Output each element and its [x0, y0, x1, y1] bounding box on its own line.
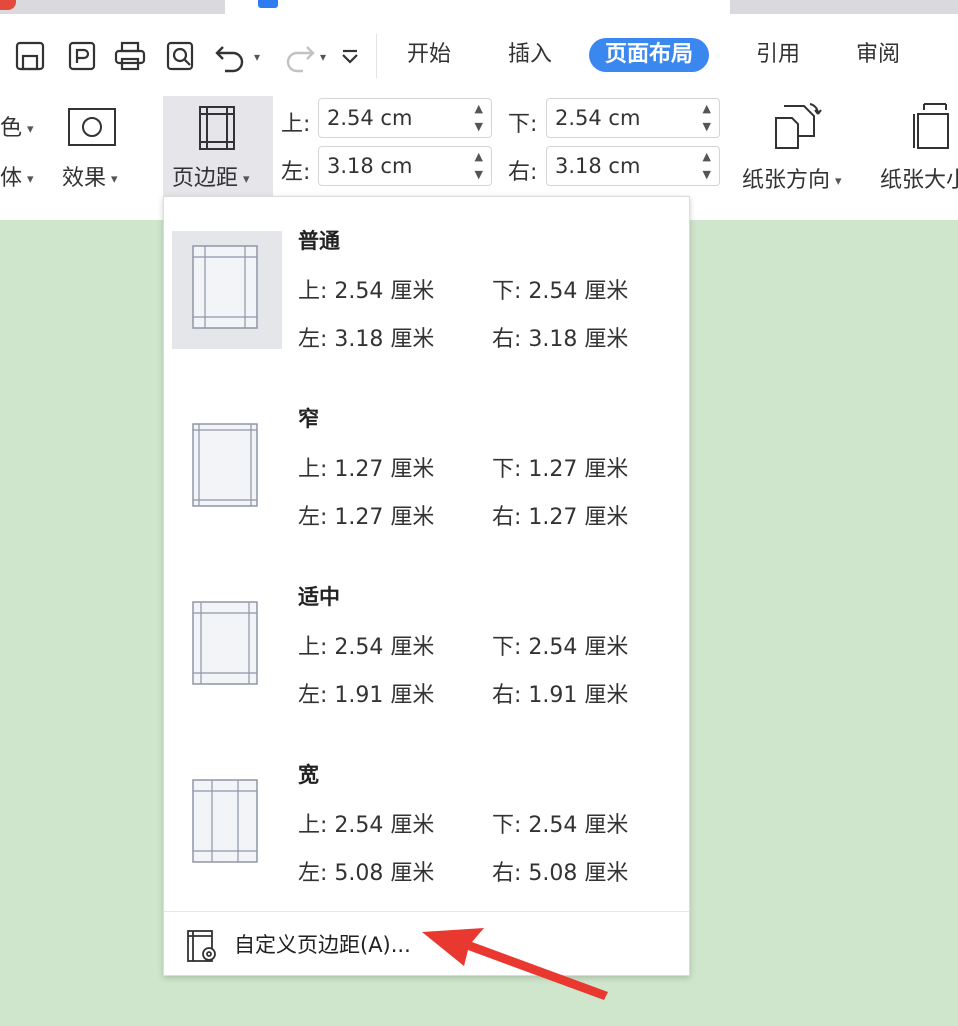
- effect-button[interactable]: 效果 ▾: [62, 160, 118, 192]
- spin-up-icon[interactable]: ▲: [703, 102, 711, 115]
- orientation-button[interactable]: 纸张方向 ▾: [742, 162, 842, 194]
- spin-up-icon[interactable]: ▲: [703, 150, 711, 163]
- preset-right-value: 右: 1.91 厘米: [492, 683, 629, 708]
- chevron-down-icon: ▾: [243, 171, 250, 187]
- chevron-down-icon: ▾: [27, 121, 34, 137]
- effect-label: 效果: [62, 166, 107, 191]
- margin-preset-wide[interactable]: 宽 上: 2.54 厘米 下: 2.54 厘米 左: 5.08 厘米 右: 5.…: [164, 731, 689, 909]
- left-margin-label: 左:: [281, 160, 311, 185]
- right-margin-value[interactable]: 3.18 cm: [555, 154, 640, 178]
- document-tab-icon: [258, 0, 278, 8]
- chevron-down-icon: ▾: [835, 173, 842, 189]
- redo-icon: [280, 36, 320, 76]
- top-margin-label: 上:: [281, 112, 311, 137]
- customize-toolbar-icon[interactable]: [330, 36, 370, 76]
- bottom-margin-value[interactable]: 2.54 cm: [555, 106, 640, 130]
- print-preview-icon[interactable]: [160, 36, 200, 76]
- preset-top-value: 上: 1.27 厘米: [298, 457, 435, 482]
- preset-left-value: 左: 3.18 厘米: [298, 327, 435, 352]
- margin-preset-normal[interactable]: 普通 上: 2.54 厘米 下: 2.54 厘米 左: 3.18 厘米 右: 3…: [164, 197, 689, 375]
- preset-moderate-thumbnail-icon: [192, 601, 258, 685]
- tab-start[interactable]: 开始: [407, 38, 451, 72]
- preset-left-value: 左: 1.91 厘米: [298, 683, 435, 708]
- spin-down-icon[interactable]: ▼: [475, 168, 483, 181]
- annotation-arrow-icon: [422, 928, 608, 1000]
- undo-dropdown-icon[interactable]: ▾: [254, 50, 260, 64]
- margin-preset-narrow[interactable]: 窄 上: 1.27 厘米 下: 1.27 厘米 左: 1.27 厘米 右: 1.…: [164, 375, 689, 553]
- tab-insert[interactable]: 插入: [508, 38, 552, 72]
- margin-presets-dropdown: 普通 上: 2.54 厘米 下: 2.54 厘米 左: 3.18 厘米 右: 3…: [163, 196, 690, 976]
- preset-bottom-value: 下: 2.54 厘米: [492, 279, 629, 304]
- preset-right-value: 右: 1.27 厘米: [492, 505, 629, 530]
- top-margin-field[interactable]: 2.54 cm ▲ ▼: [318, 98, 492, 138]
- redo-dropdown-icon: ▾: [320, 50, 327, 64]
- bottom-margin-field[interactable]: 2.54 cm ▲ ▼: [546, 98, 720, 138]
- margin-preset-moderate[interactable]: 适中 上: 2.54 厘米 下: 2.54 厘米 左: 1.91 厘米 右: 1…: [164, 553, 689, 731]
- dropdown-divider: [164, 911, 689, 912]
- toolbar-separator: [376, 34, 377, 78]
- paper-size-icon[interactable]: [908, 100, 958, 152]
- preset-top-value: 上: 2.54 厘米: [298, 635, 435, 660]
- margin-button-label: 页边距 ▾: [172, 166, 250, 191]
- tab-review[interactable]: 审阅: [856, 38, 900, 72]
- preset-name: 适中: [298, 585, 340, 609]
- paper-size-label: 纸张大小: [880, 168, 958, 193]
- preset-name: 普通: [298, 229, 340, 253]
- document-page[interactable]: [732, 220, 958, 1026]
- preset-right-value: 右: 5.08 厘米: [492, 861, 629, 886]
- preset-left-value: 左: 5.08 厘米: [298, 861, 435, 886]
- preset-name: 窄: [298, 407, 319, 431]
- preset-top-value: 上: 2.54 厘米: [298, 279, 435, 304]
- export-pdf-icon[interactable]: [62, 36, 102, 76]
- preset-top-value: 上: 2.54 厘米: [298, 813, 435, 838]
- ribbon-toolbar: ▾ ▾ 开始 插入 页面布局 引用 审阅 色 ▾ 体 ▾ 效果 ▾ 页边距 ▾ …: [0, 16, 958, 220]
- window-top-strip: [0, 0, 958, 16]
- orientation-label: 纸张方向: [742, 168, 831, 193]
- spin-down-icon[interactable]: ▼: [475, 120, 483, 133]
- preset-normal-thumbnail-icon: [192, 245, 258, 329]
- preset-name: 宽: [298, 763, 319, 787]
- preset-bottom-value: 下: 2.54 厘米: [492, 813, 629, 838]
- theme-font-label: 体: [0, 166, 23, 191]
- theme-color-label: 色: [0, 116, 23, 141]
- right-margin-field[interactable]: 3.18 cm ▲ ▼: [546, 146, 720, 186]
- preset-bottom-value: 下: 1.27 厘米: [492, 457, 629, 482]
- window-tab-left[interactable]: [0, 0, 225, 14]
- spin-down-icon[interactable]: ▼: [703, 120, 711, 133]
- theme-font-button[interactable]: 体 ▾: [0, 160, 34, 192]
- theme-color-button[interactable]: 色 ▾: [0, 110, 34, 142]
- preset-narrow-thumbnail-icon: [192, 423, 258, 507]
- custom-margin-label: 自定义页边距(A)...: [234, 933, 411, 957]
- undo-icon[interactable]: [210, 36, 250, 76]
- preset-left-value: 左: 1.27 厘米: [298, 505, 435, 530]
- preset-right-value: 右: 3.18 厘米: [492, 327, 629, 352]
- save-icon[interactable]: [10, 36, 50, 76]
- custom-margin-icon: [187, 930, 216, 962]
- right-margin-label: 右:: [508, 160, 538, 185]
- spin-up-icon[interactable]: ▲: [475, 150, 483, 163]
- left-margin-value[interactable]: 3.18 cm: [327, 154, 412, 178]
- bottom-margin-label: 下:: [508, 112, 538, 137]
- preset-bottom-value: 下: 2.54 厘米: [492, 635, 629, 660]
- print-icon[interactable]: [110, 36, 150, 76]
- window-tab-right[interactable]: [730, 0, 958, 14]
- top-margin-value[interactable]: 2.54 cm: [327, 106, 412, 130]
- spin-down-icon[interactable]: ▼: [703, 168, 711, 181]
- margin-button[interactable]: 页边距 ▾: [163, 96, 273, 210]
- left-margin-field[interactable]: 3.18 cm ▲ ▼: [318, 146, 492, 186]
- effect-icon[interactable]: [66, 106, 118, 148]
- margin-icon: [199, 106, 235, 150]
- paper-size-button[interactable]: 纸张大小▾: [880, 162, 958, 194]
- chevron-down-icon: ▾: [27, 171, 34, 187]
- spin-up-icon[interactable]: ▲: [475, 102, 483, 115]
- preset-wide-thumbnail-icon: [192, 779, 258, 863]
- tab-references[interactable]: 引用: [756, 38, 800, 72]
- tab-page-layout[interactable]: 页面布局: [589, 38, 710, 72]
- orientation-icon[interactable]: [770, 100, 826, 152]
- chevron-down-icon: ▾: [111, 171, 118, 187]
